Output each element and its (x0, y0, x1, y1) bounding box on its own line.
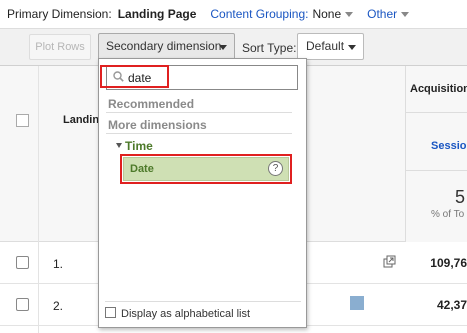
alphabetical-list-label: Display as alphabetical list (121, 308, 251, 320)
divider (105, 301, 301, 302)
sort-type-select[interactable]: Default (297, 33, 364, 60)
total-sessions-value: 5 (455, 187, 466, 207)
secondary-dimension-button[interactable]: Secondary dimension (98, 33, 235, 60)
sessions-column-header[interactable]: Sessio (431, 140, 466, 152)
divider (405, 112, 467, 113)
divider (405, 170, 467, 171)
collapse-triangle-icon[interactable] (116, 143, 122, 148)
row-number: 2. (53, 299, 64, 313)
row-sessions-value: 42,37 (436, 298, 467, 312)
acquisition-column-group: Acquisition (410, 83, 467, 95)
landing-page-column-header[interactable]: Landin (63, 114, 99, 126)
alphabetical-list-option[interactable]: Display as alphabetical list (105, 307, 250, 320)
sort-type-value: Default (306, 39, 345, 53)
primary-dimension-label: Primary Dimension: (7, 7, 112, 21)
time-group-header[interactable]: Time (125, 139, 153, 153)
row-sessions-value: 109,76 (430, 256, 467, 270)
external-link-icon[interactable] (383, 255, 396, 268)
secondary-dimension-label: Secondary dimension (106, 39, 222, 53)
primary-dimension-landing-page: Landing Page (117, 7, 197, 21)
chevron-down-icon (219, 45, 227, 50)
row-mini-bar (350, 296, 364, 310)
chevron-down-icon[interactable] (345, 11, 354, 17)
chevron-down-icon[interactable] (401, 11, 410, 17)
alphabetical-list-checkbox[interactable] (105, 307, 116, 318)
more-dimensions-heading: More dimensions (108, 118, 207, 132)
row-checkbox[interactable] (16, 298, 29, 311)
primary-dimension-bar: Primary Dimension: Landing Page Content … (0, 0, 467, 28)
row-checkbox[interactable] (16, 256, 29, 269)
row-number: 1. (53, 257, 64, 271)
content-grouping-value[interactable]: None (312, 7, 341, 21)
date-highlight-box (120, 154, 292, 184)
other-dimension-link[interactable]: Other (367, 7, 397, 21)
divider (106, 133, 292, 134)
recommended-heading: Recommended (108, 97, 195, 111)
divider (38, 66, 39, 333)
select-all-checkbox[interactable] (16, 114, 29, 127)
divider (106, 112, 292, 113)
search-highlight-box (100, 65, 169, 88)
chevron-down-icon (348, 45, 356, 50)
secondary-dimension-dropdown: Recommended More dimensions Time Date ? … (98, 58, 307, 328)
plot-rows-button[interactable]: Plot Rows (29, 34, 91, 60)
sort-type-label: Sort Type: (242, 41, 297, 55)
total-sessions-percent: % of To (431, 209, 465, 220)
content-grouping-link[interactable]: Content Grouping: (210, 7, 308, 21)
